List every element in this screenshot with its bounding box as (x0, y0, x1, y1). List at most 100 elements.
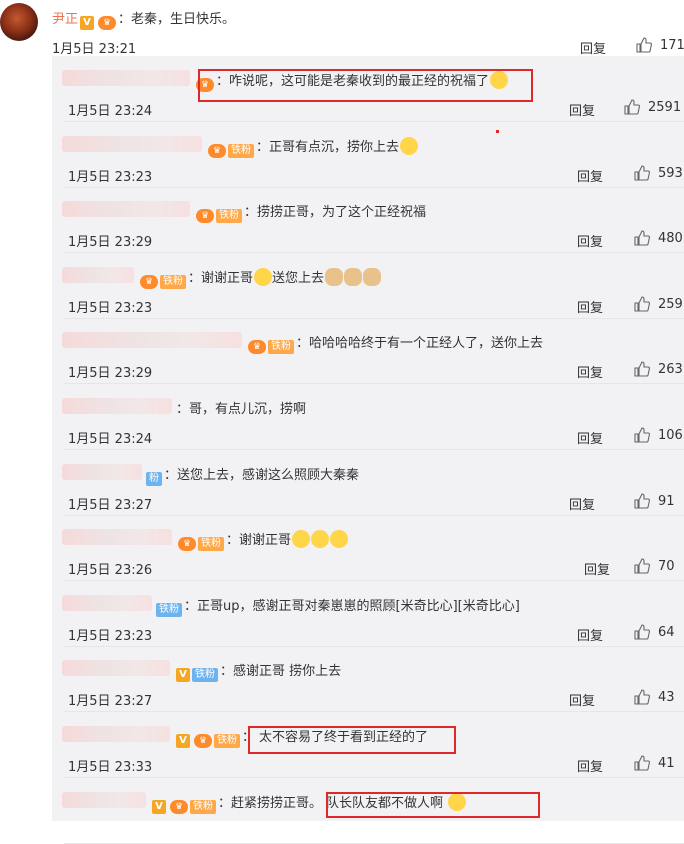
fan-badge: 铁粉 (268, 340, 294, 355)
thumbs-up-icon[interactable] (636, 37, 652, 53)
reply-link[interactable]: 回复 (577, 625, 603, 644)
like-count: 91 (658, 493, 675, 509)
timestamp: 1月5日 23:24 (68, 104, 153, 119)
reply-item: ♛ 铁粉 ：捞捞正哥，为了这个正经祝福 1月5日 23:29 回复 480 (52, 187, 684, 254)
reply-text: ：哥，有点儿沉，捞啊 (176, 402, 307, 417)
thumbs-up-icon[interactable] (634, 689, 650, 705)
timestamp: 1月5日 23:21 (52, 42, 137, 57)
timestamp: 1月5日 23:24 (68, 432, 153, 447)
like-count: 171 (660, 38, 684, 53)
timestamp: 1月5日 23:26 (68, 563, 153, 579)
level-badge-icon: ♛ (208, 143, 226, 158)
fan-badge: 铁粉 (214, 734, 240, 748)
avatar[interactable] (0, 3, 38, 41)
reply-item: ：哥，有点儿沉，捞啊 1月5日 23:24 回复 106 (52, 384, 684, 450)
timestamp: 1月5日 23:23 (68, 628, 153, 644)
reply-link[interactable]: 回复 (569, 494, 595, 513)
emoji-icon (254, 267, 273, 286)
blurred-username[interactable] (62, 332, 242, 349)
thumbs-up-icon[interactable] (634, 165, 650, 181)
like-count: 593 (658, 165, 683, 181)
reply-link[interactable]: 回复 (577, 428, 603, 447)
reply-list: ♛ ：咋说呢，这可能是老秦收到的最正经的祝福了 1月5日 23:24 回复 2591 ♛ 铁… (52, 56, 684, 844)
comment-text: ：老秦，生日快乐。 (118, 12, 236, 27)
timestamp: 1月5日 23:29 (68, 366, 153, 382)
thumbs-up-icon[interactable] (634, 558, 650, 574)
reply-link[interactable]: 回复 (569, 690, 595, 709)
reply-line: 铁粉 ：正哥up，感谢正哥对秦崽崽的照顾[米奇比心][米奇比心] (156, 595, 520, 617)
reply-text: ：感谢正哥 捞你上去 (220, 664, 342, 680)
reply-text: ：谢谢正哥 (188, 270, 254, 286)
thumbs-up-icon[interactable] (624, 99, 640, 115)
reply-link[interactable]: 回复 (577, 297, 603, 316)
reply-line: ♛ 铁粉 ：正哥有点沉，捞你上去 (206, 136, 419, 158)
reply-item: ♛ 铁粉 ：谢谢正哥 1月5日 23:26 回复 70 (52, 515, 684, 582)
fan-badge: 铁粉 (160, 274, 186, 289)
reply-text: ：正哥有点沉，捞你上去 (256, 139, 400, 155)
level-badge-icon: ♛ (170, 799, 188, 814)
fan-badge: 铁粉 (198, 537, 224, 552)
thumbs-up-icon[interactable] (634, 296, 650, 312)
reply-item: ♛ 铁粉 ：哈哈哈哈终于有一个正经人了，送你上去 1月5日 23:29 回复 263 (52, 318, 684, 385)
reply-line: ♛ 铁粉 ：谢谢正哥 送您上去 (138, 267, 382, 289)
timestamp: 1月5日 23:27 (68, 694, 153, 710)
thumbs-up-icon[interactable] (634, 624, 650, 640)
reply-text: ：送您上去，感谢这么照顾大秦秦 (164, 467, 360, 483)
verified-v-icon: V (152, 799, 166, 814)
reply-link[interactable]: 回复 (577, 756, 603, 775)
reply-link[interactable]: 回复 (577, 231, 603, 250)
blurred-username[interactable] (62, 791, 146, 808)
highlight-box (326, 792, 540, 818)
reply-text: ：捞捞正哥，为了这个正经祝福 (244, 205, 427, 221)
reply-item: 粉：送您上去，感谢这么照顾大秦秦 1月5日 23:27 回复 91 (52, 450, 684, 516)
thumbs-up-icon[interactable] (634, 493, 650, 509)
blurred-username[interactable] (62, 135, 202, 152)
thumbs-up-icon[interactable] (634, 361, 650, 377)
blurred-username[interactable] (62, 201, 190, 218)
reply-item: 铁粉 ：正哥up，感谢正哥对秦崽崽的照顾[米奇比心][米奇比心] 1月5日 23:2… (52, 581, 684, 647)
level-badge-icon: ♛ (194, 734, 212, 748)
username[interactable]: 尹正 (52, 12, 78, 27)
highlight-box (248, 726, 456, 754)
blurred-username[interactable] (62, 726, 170, 742)
cat-emoji-icon (363, 267, 382, 286)
level-badge-icon: ♛ (140, 274, 158, 289)
thumbs-up-icon[interactable] (634, 427, 650, 443)
blurred-username[interactable] (62, 594, 152, 611)
reply-link[interactable]: 回复 (569, 100, 595, 119)
timestamp: 1月5日 23:27 (68, 497, 153, 513)
fan-badge: 粉 (146, 471, 162, 486)
timestamp: 1月5日 23:23 (68, 169, 153, 185)
reply-item: ♛ 铁粉 ：谢谢正哥 送您上去 1月5日 23:23 回复 259 (52, 253, 684, 319)
reply-link[interactable]: 回复 (577, 362, 603, 381)
blurred-username[interactable] (62, 463, 142, 480)
highlight-box (198, 69, 533, 102)
reply-link[interactable]: 回复 (580, 38, 606, 57)
blurred-username[interactable] (62, 398, 172, 414)
blurred-username[interactable] (62, 529, 172, 546)
blurred-username[interactable] (62, 70, 190, 86)
blurred-username[interactable] (62, 266, 134, 283)
like-count: 106 (658, 428, 683, 443)
timestamp: 1月5日 23:23 (68, 300, 153, 316)
reply-line: ♛ 铁粉 ：捞捞正哥，为了这个正经祝福 (194, 201, 427, 224)
like-count: 2591 (648, 100, 682, 115)
fan-badge: 铁粉 (192, 668, 218, 683)
reply-link[interactable]: 回复 (577, 166, 603, 185)
reply-line: V 铁粉 ：感谢正哥 捞你上去 (174, 660, 342, 683)
thumbs-up-icon[interactable] (634, 755, 650, 771)
reply-tail: 送您上去 (272, 270, 325, 286)
red-dot-mark (496, 130, 499, 133)
reply-link[interactable]: 回复 (584, 559, 610, 578)
reply-text: ：赶紧捞捞正哥。 (218, 795, 323, 811)
blurred-username[interactable] (62, 660, 170, 677)
level-badge-icon: ♛ (196, 209, 214, 224)
fan-badge: 铁粉 (156, 602, 182, 617)
timestamp: 1月5日 23:33 (68, 760, 153, 775)
like-count: 263 (658, 362, 683, 378)
level-badge-icon: ♛ (178, 537, 196, 552)
thumbs-up-icon[interactable] (634, 230, 650, 246)
fan-badge: 铁粉 (228, 143, 254, 158)
like-count: 480 (658, 231, 683, 247)
emoji-icon (292, 530, 311, 549)
